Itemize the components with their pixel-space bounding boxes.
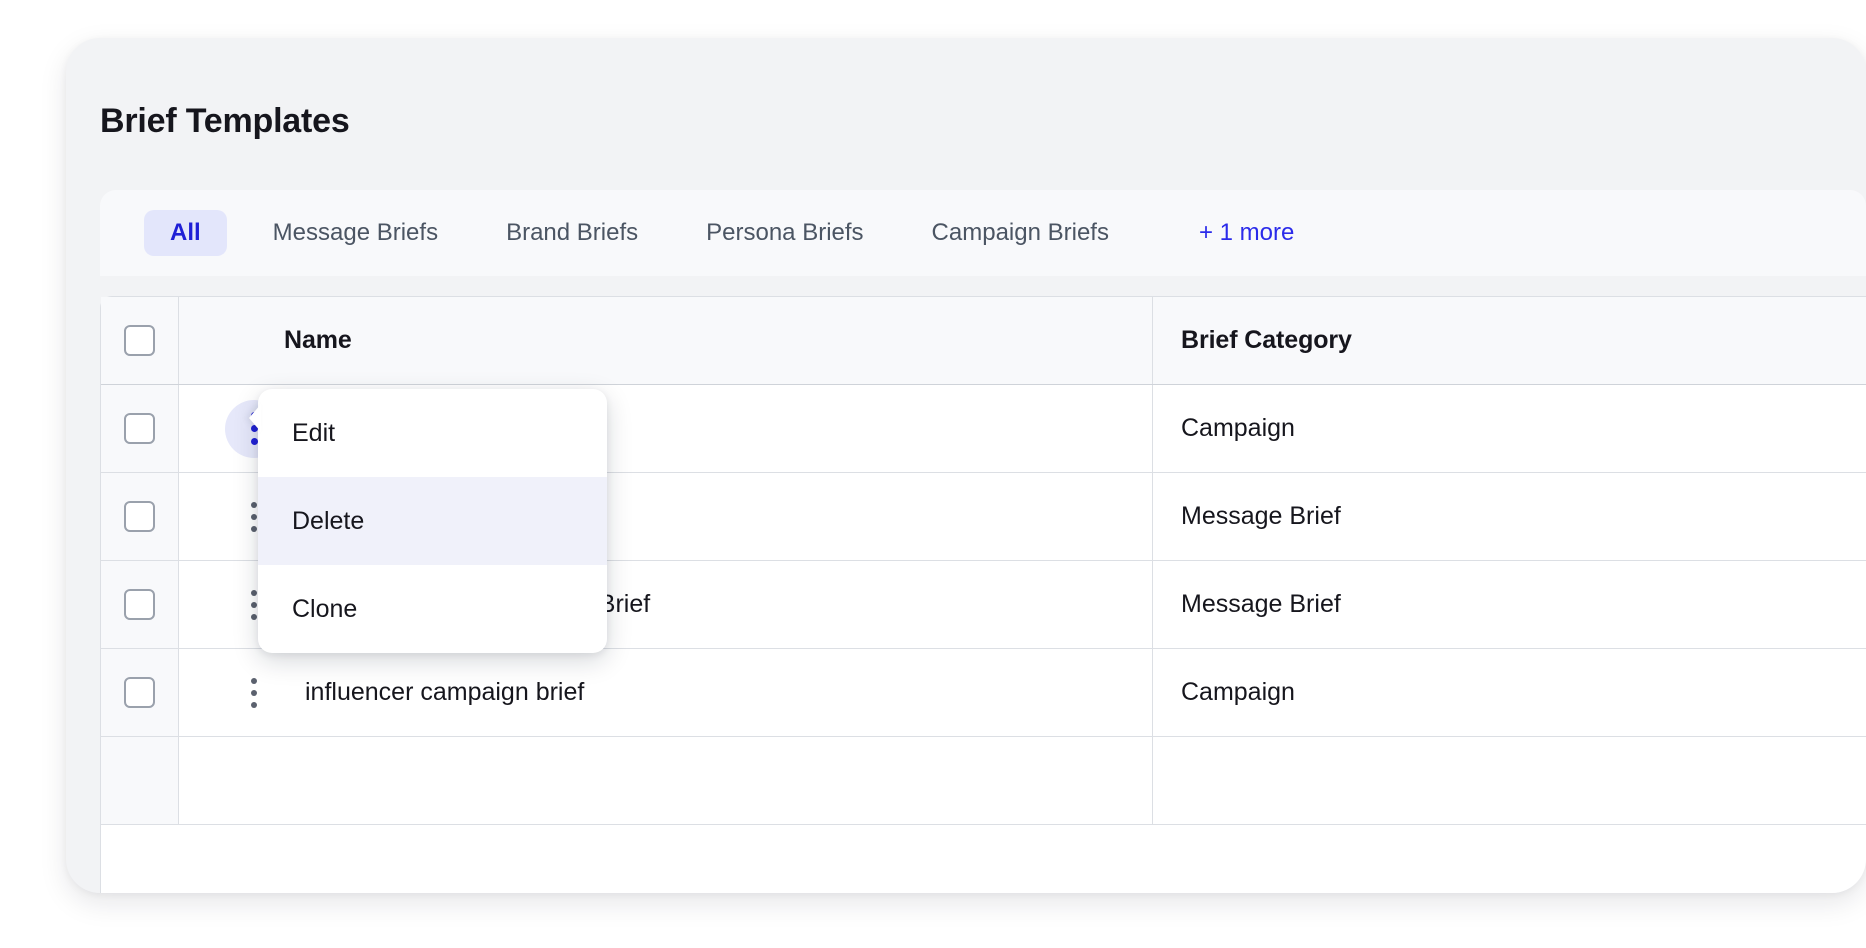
category-tab-bar: All Message Briefs Brand Briefs Persona … bbox=[100, 190, 1866, 276]
row-brief-category-text: Campaign bbox=[1181, 414, 1295, 442]
select-all-checkbox[interactable] bbox=[124, 325, 155, 356]
row-category-cell: Message Brief bbox=[1153, 473, 1866, 560]
column-header-brief-category: Brief Category bbox=[1181, 326, 1352, 354]
row-category-cell: Campaign bbox=[1153, 649, 1866, 736]
table-row[interactable]: influencer campaign brief Campaign bbox=[101, 649, 1866, 737]
tab-message-briefs[interactable]: Message Briefs bbox=[251, 210, 460, 256]
kebab-dot bbox=[251, 613, 257, 620]
row-brief-category-text: Message Brief bbox=[1181, 590, 1341, 618]
row-category-cell: Campaign bbox=[1153, 385, 1866, 472]
row-checkbox[interactable] bbox=[124, 413, 155, 444]
table-row[interactable] bbox=[101, 737, 1866, 825]
row-checkbox[interactable] bbox=[124, 677, 155, 708]
tab-all[interactable]: All bbox=[144, 210, 227, 256]
tab-persona-briefs[interactable]: Persona Briefs bbox=[684, 210, 885, 256]
kebab-dot bbox=[251, 701, 257, 708]
row-category-cell bbox=[1153, 737, 1866, 824]
row-category-cell: Message Brief bbox=[1153, 561, 1866, 648]
menu-item-edit[interactable]: Edit bbox=[258, 389, 607, 477]
row-select-cell bbox=[101, 649, 179, 736]
header-name-cell[interactable]: Name bbox=[179, 297, 1153, 384]
kebab-dot bbox=[251, 501, 257, 508]
kebab-dot bbox=[251, 677, 257, 684]
row-actions-kebab-icon[interactable] bbox=[225, 664, 283, 722]
screen-root: Brief Templates All Message Briefs Brand… bbox=[0, 0, 1866, 948]
kebab-dot bbox=[251, 601, 257, 608]
kebab-dot bbox=[250, 438, 258, 445]
row-checkbox[interactable] bbox=[124, 589, 155, 620]
kebab-dot bbox=[251, 513, 257, 520]
kebab-dot bbox=[251, 589, 257, 596]
table-header-row: Name Brief Category bbox=[101, 297, 1866, 385]
page-title: Brief Templates bbox=[100, 102, 350, 140]
row-context-menu: Edit Delete Clone bbox=[258, 389, 607, 653]
row-select-cell bbox=[101, 385, 179, 472]
column-header-name: Name bbox=[284, 326, 352, 354]
row-brief-category-text: Campaign bbox=[1181, 678, 1295, 706]
row-name-cell: influencer campaign brief bbox=[179, 649, 1153, 736]
menu-item-clone[interactable]: Clone bbox=[258, 565, 607, 653]
row-brief-category-text: Message Brief bbox=[1181, 502, 1341, 530]
row-name-text: influencer campaign brief bbox=[305, 678, 585, 706]
row-checkbox[interactable] bbox=[124, 501, 155, 532]
header-select-cell bbox=[101, 297, 179, 384]
kebab-dot bbox=[251, 525, 257, 532]
tab-brand-briefs[interactable]: Brand Briefs bbox=[484, 210, 660, 256]
header-category-cell[interactable]: Brief Category bbox=[1153, 297, 1866, 384]
tab-campaign-briefs[interactable]: Campaign Briefs bbox=[910, 210, 1131, 256]
row-select-cell bbox=[101, 737, 179, 824]
tabs-more-link[interactable]: + 1 more bbox=[1177, 210, 1316, 256]
row-select-cell bbox=[101, 473, 179, 560]
row-name-cell bbox=[179, 737, 1153, 824]
context-menu-pointer-icon bbox=[249, 404, 261, 432]
menu-item-delete[interactable]: Delete bbox=[258, 477, 607, 565]
row-select-cell bbox=[101, 561, 179, 648]
kebab-dot bbox=[251, 689, 257, 696]
